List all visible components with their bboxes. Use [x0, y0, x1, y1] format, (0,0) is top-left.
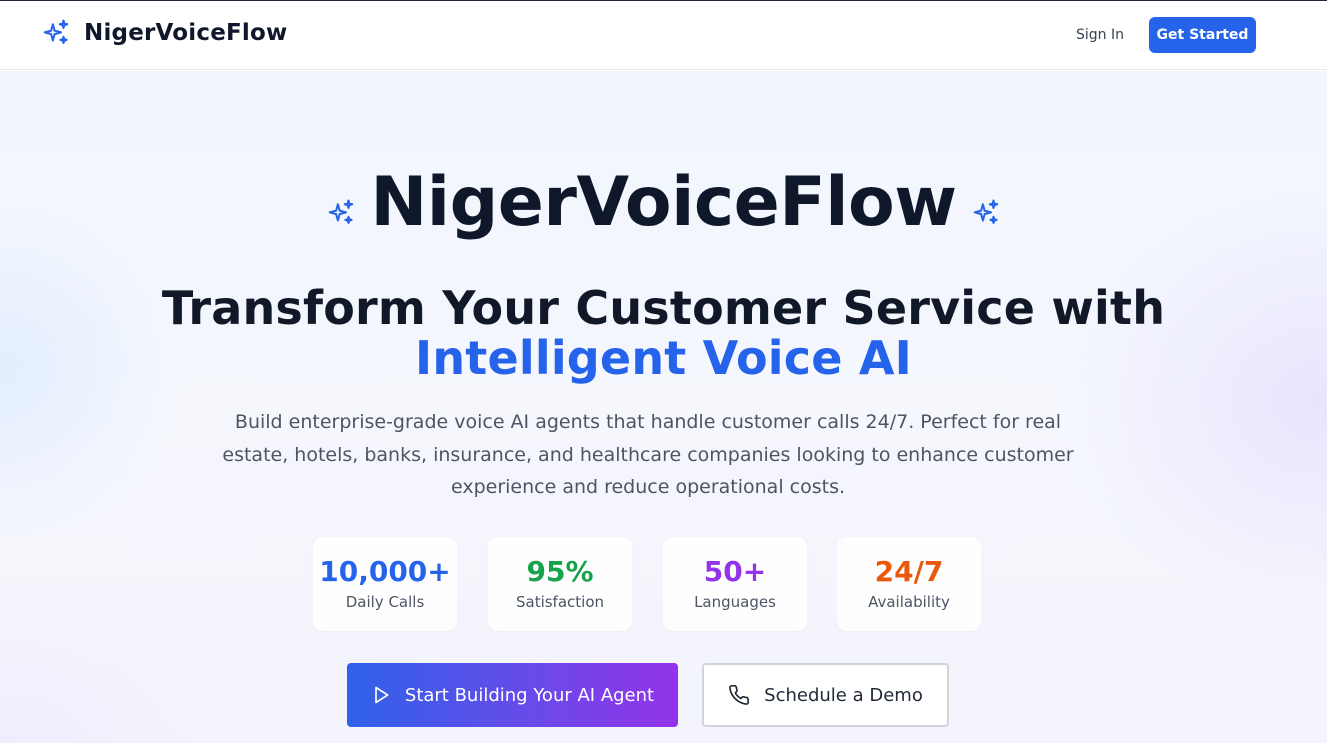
stat-card-daily-calls: 10,000+ Daily Calls — [313, 537, 457, 631]
stat-value: 10,000+ — [319, 555, 451, 588]
hero-title: NigerVoiceFlow — [370, 163, 957, 242]
stat-label: Availability — [868, 593, 950, 611]
hero-title-row: NigerVoiceFlow — [0, 161, 1327, 245]
schedule-demo-label: Schedule a Demo — [764, 684, 923, 706]
headline-line-1: Transform Your Customer Service with — [161, 281, 1166, 335]
stat-value: 24/7 — [874, 555, 944, 588]
brand-logo[interactable]: NigerVoiceFlow — [41, 18, 287, 48]
stat-label: Satisfaction — [515, 593, 605, 611]
sparkles-icon — [326, 198, 356, 228]
hero-description: Build enterprise-grade voice AI agents t… — [222, 411, 1074, 498]
get-started-button[interactable]: Get Started — [1149, 17, 1256, 53]
stat-value: 95% — [526, 555, 594, 588]
start-building-label: Start Building Your AI Agent — [404, 684, 655, 706]
phone-icon — [728, 684, 750, 706]
top-navigation: NigerVoiceFlow Sign In Get Started — [0, 1, 1327, 70]
stats-row: 10,000+ Daily Calls 95% Satisfaction 50+… — [313, 537, 981, 631]
stat-card-languages: 50+ Languages — [663, 537, 807, 631]
stat-label: Daily Calls — [345, 593, 425, 611]
sparkles-icon — [41, 18, 71, 48]
stat-label: Languages — [694, 593, 776, 611]
play-icon — [371, 685, 391, 705]
sign-in-button[interactable]: Sign In — [1068, 23, 1132, 47]
hero-headline: Transform Your Customer Service with Int… — [0, 283, 1327, 383]
start-building-button[interactable]: Start Building Your AI Agent — [347, 663, 678, 727]
schedule-demo-button[interactable]: Schedule a Demo — [702, 663, 949, 727]
brand-name: NigerVoiceFlow — [84, 20, 288, 46]
headline-accent: Intelligent Voice AI — [415, 331, 912, 385]
stat-card-availability: 24/7 Availability — [837, 537, 981, 631]
stat-value: 50+ — [703, 555, 767, 588]
sparkles-icon — [971, 198, 1001, 228]
stat-card-satisfaction: 95% Satisfaction — [488, 537, 632, 631]
